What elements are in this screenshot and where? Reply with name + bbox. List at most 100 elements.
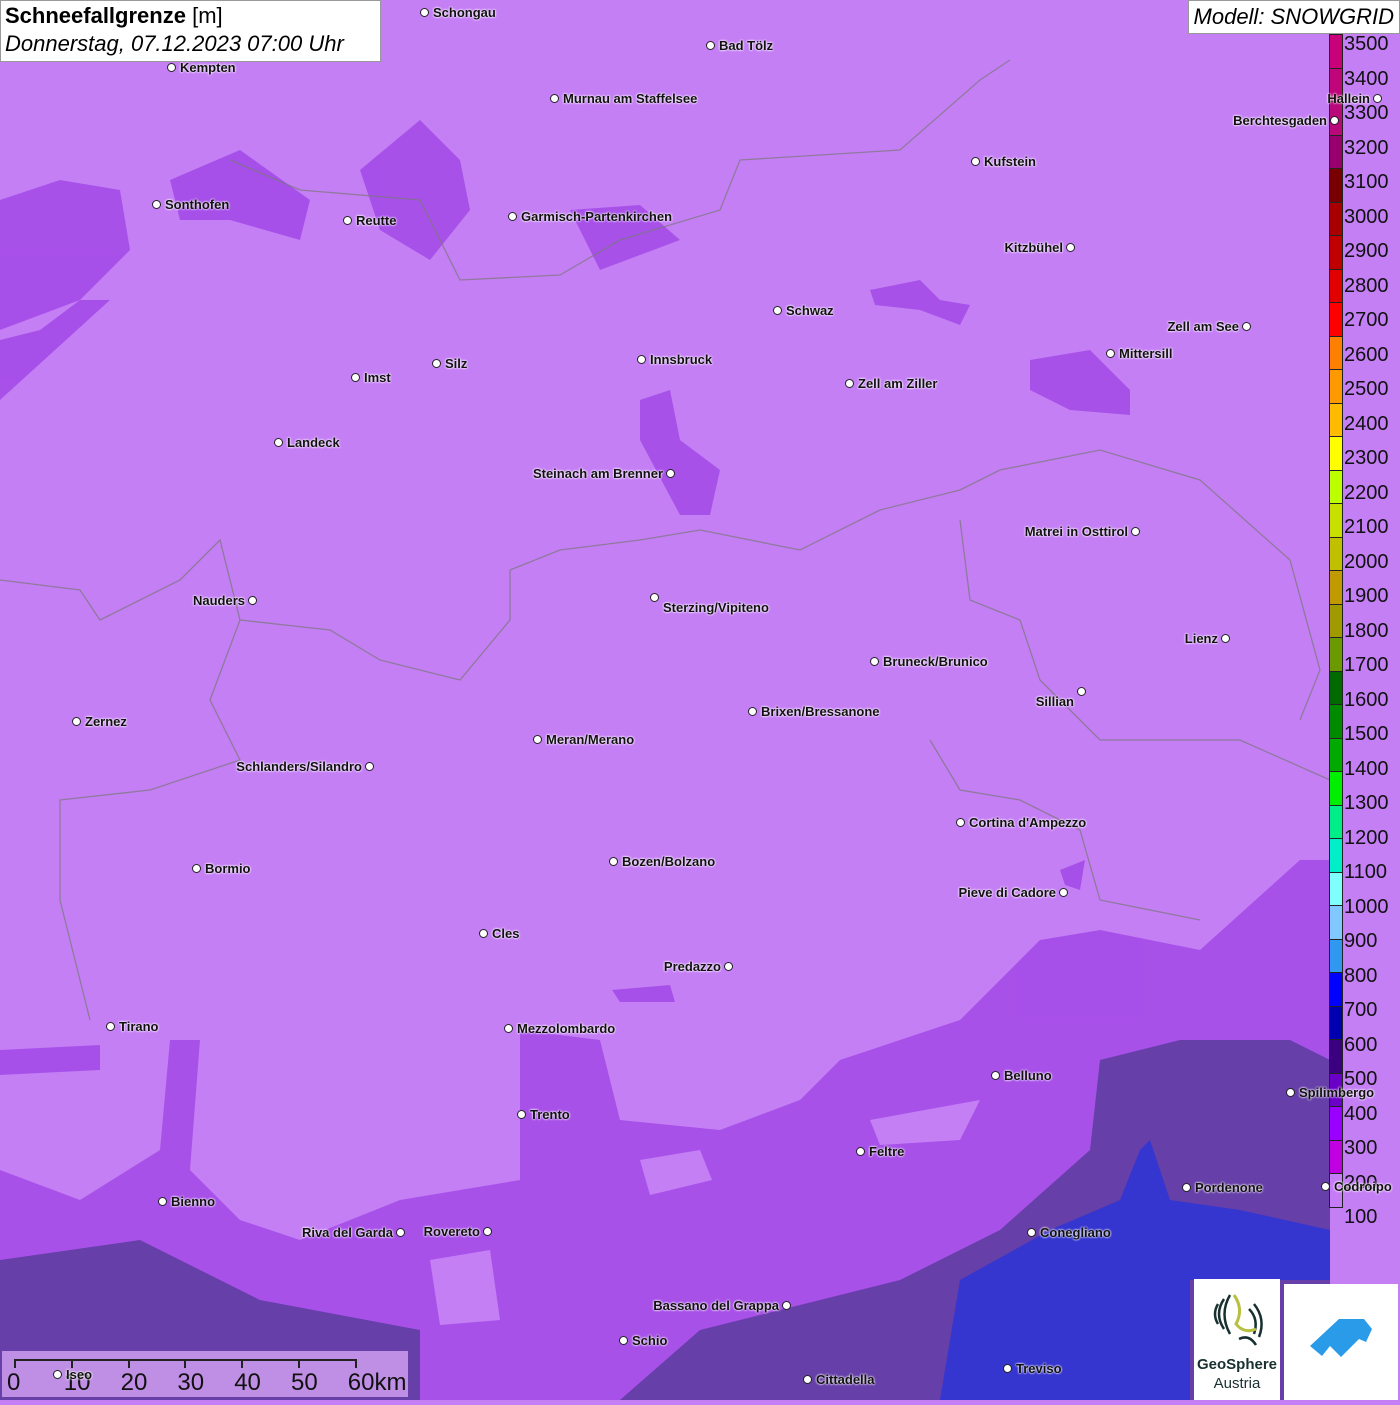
city-label: Trento xyxy=(530,1107,570,1122)
city-label: Treviso xyxy=(1016,1361,1062,1376)
city-marker[interactable] xyxy=(274,438,283,447)
city-marker[interactable] xyxy=(167,63,176,72)
city-label: Codroipo xyxy=(1334,1179,1392,1194)
city-label: Meran/Merano xyxy=(546,732,635,747)
legend-swatch xyxy=(1329,235,1343,270)
city-label: Kempten xyxy=(180,60,236,75)
legend-swatch xyxy=(1329,436,1343,471)
city-marker[interactable] xyxy=(856,1147,865,1156)
city-label: Sonthofen xyxy=(165,197,230,212)
city-marker[interactable] xyxy=(971,157,980,166)
city-label: Reutte xyxy=(356,213,397,228)
city-marker[interactable] xyxy=(550,94,559,103)
city-marker[interactable] xyxy=(803,1375,812,1384)
city-marker[interactable] xyxy=(432,359,441,368)
city-marker[interactable] xyxy=(152,200,161,209)
city-marker[interactable] xyxy=(343,216,352,225)
legend-swatch xyxy=(1329,34,1343,69)
city-marker[interactable] xyxy=(365,762,374,771)
city-marker[interactable] xyxy=(1003,1364,1012,1373)
legend-swatch xyxy=(1329,469,1343,504)
geosphere-austria-logo[interactable]: GeoSphere Austria xyxy=(1194,1279,1280,1400)
city-label: Schio xyxy=(632,1333,668,1348)
city-marker[interactable] xyxy=(956,818,965,827)
city-marker[interactable] xyxy=(1182,1183,1191,1192)
city-marker[interactable] xyxy=(483,1227,492,1236)
city-marker[interactable] xyxy=(351,373,360,382)
city-marker[interactable] xyxy=(773,306,782,315)
legend-swatch xyxy=(1329,268,1343,303)
city-label: Berchtesgaden xyxy=(1233,113,1327,128)
city-label: Nauders xyxy=(192,593,245,608)
color-legend xyxy=(1329,34,1343,1208)
city-marker[interactable] xyxy=(1321,1182,1330,1191)
city-marker[interactable] xyxy=(650,593,659,602)
city-marker[interactable] xyxy=(420,8,429,17)
city-marker[interactable] xyxy=(1286,1088,1295,1097)
legend-swatch xyxy=(1329,369,1343,404)
geosphere-logo-text: GeoSphere xyxy=(1196,1356,1278,1373)
city-marker[interactable] xyxy=(706,41,715,50)
map-unit: [m] xyxy=(192,3,223,28)
legend-swatch xyxy=(1329,972,1343,1007)
city-marker[interactable] xyxy=(724,962,733,971)
city-marker[interactable] xyxy=(1373,94,1382,103)
city-marker[interactable] xyxy=(1330,116,1339,125)
legend-label: 1600 xyxy=(1344,688,1389,711)
city-marker[interactable] xyxy=(609,857,618,866)
legend-swatch xyxy=(1329,1139,1343,1174)
city-label: Hallein xyxy=(1327,91,1370,106)
legend-swatch xyxy=(1329,704,1343,739)
city-label: Innsbruck xyxy=(650,352,713,367)
legend-swatch xyxy=(1329,1106,1343,1141)
city-marker[interactable] xyxy=(508,212,517,221)
city-marker[interactable] xyxy=(666,469,675,478)
legend-label: 3000 xyxy=(1344,205,1389,228)
city-marker[interactable] xyxy=(1027,1228,1036,1237)
legend-label: 600 xyxy=(1344,1033,1378,1056)
city-label: Cortina d'Ampezzo xyxy=(969,815,1087,830)
city-marker[interactable] xyxy=(1066,243,1075,252)
city-marker[interactable] xyxy=(106,1022,115,1031)
city-marker[interactable] xyxy=(637,355,646,364)
legend-label: 1700 xyxy=(1344,654,1389,676)
city-label: Riva del Garda xyxy=(301,1225,393,1240)
scale-bar: 0 10 20 30 40 50 60km xyxy=(2,1351,408,1397)
city-marker[interactable] xyxy=(1077,687,1086,696)
legend-swatch xyxy=(1329,603,1343,638)
city-marker[interactable] xyxy=(1221,634,1230,643)
city-marker[interactable] xyxy=(1242,322,1251,331)
city-label: Silz xyxy=(445,356,468,371)
city-marker[interactable] xyxy=(396,1228,405,1237)
legend-label: 900 xyxy=(1344,930,1378,952)
legend-label: 2000 xyxy=(1344,550,1389,573)
city-label: Bad Tölz xyxy=(719,38,774,53)
snowgrid-logo[interactable] xyxy=(1284,1284,1398,1400)
city-marker[interactable] xyxy=(517,1110,526,1119)
city-label: Feltre xyxy=(869,1144,905,1159)
city-marker[interactable] xyxy=(845,379,854,388)
city-marker[interactable] xyxy=(1106,349,1115,358)
city-marker[interactable] xyxy=(1131,527,1140,536)
legend-label: 1800 xyxy=(1344,619,1389,642)
city-marker[interactable] xyxy=(782,1301,791,1310)
legend-label: 3500 xyxy=(1344,33,1389,55)
city-label: Sterzing/Vipiteno xyxy=(663,600,769,615)
city-marker[interactable] xyxy=(72,717,81,726)
city-marker[interactable] xyxy=(1059,888,1068,897)
city-marker[interactable] xyxy=(53,1370,62,1379)
city-marker[interactable] xyxy=(619,1336,628,1345)
city-marker[interactable] xyxy=(248,596,257,605)
legend-swatch xyxy=(1329,737,1343,772)
city-marker[interactable] xyxy=(479,929,488,938)
city-marker[interactable] xyxy=(533,735,542,744)
scale-tick xyxy=(241,1359,244,1368)
map-title-box: Schneefallgrenze [m] Donnerstag, 07.12.2… xyxy=(0,0,381,62)
city-marker[interactable] xyxy=(158,1197,167,1206)
city-marker[interactable] xyxy=(991,1071,1000,1080)
city-marker[interactable] xyxy=(192,864,201,873)
city-marker[interactable] xyxy=(748,707,757,716)
city-marker[interactable] xyxy=(504,1024,513,1033)
city-marker[interactable] xyxy=(870,657,879,666)
legend-swatch xyxy=(1329,1005,1343,1040)
